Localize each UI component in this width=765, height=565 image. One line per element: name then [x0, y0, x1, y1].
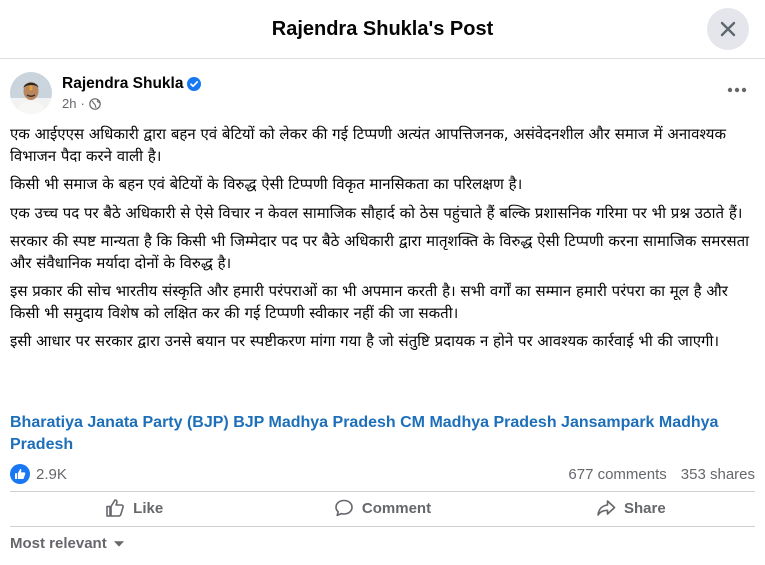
like-reaction-icon [10, 464, 30, 484]
tag-cm-madhya-pradesh[interactable]: CM Madhya Pradesh [400, 414, 556, 431]
time-separator: · [80, 96, 85, 111]
post-paragraph: सरकार की स्पष्ट मान्यता है कि किसी भी जि… [10, 232, 750, 272]
globe-icon[interactable] [89, 97, 101, 110]
comment-sort-dropdown[interactable]: Most relevant [10, 535, 125, 552]
close-button[interactable] [707, 8, 749, 50]
thumbs-up-icon [106, 499, 125, 517]
more-horizontal-icon [727, 87, 747, 93]
shares-count[interactable]: 353 shares [681, 466, 755, 483]
share-icon [597, 500, 616, 516]
sort-label: Most relevant [10, 535, 107, 552]
tag-bjp-madhya-pradesh[interactable]: BJP Madhya Pradesh [233, 414, 395, 431]
comment-button[interactable]: Comment [258, 492, 506, 524]
close-icon [720, 21, 736, 37]
post-actions: Like Comment Share [10, 492, 755, 524]
tag-bjp[interactable]: Bharatiya Janata Party (BJP) [10, 414, 229, 431]
comments-count[interactable]: 677 comments [568, 466, 666, 483]
share-button[interactable]: Share [507, 492, 755, 524]
post-paragraph: इस प्रकार की सोच भारतीय संस्कृति और हमार… [10, 282, 728, 322]
chevron-down-icon [113, 540, 124, 547]
avatar[interactable] [10, 72, 52, 114]
post-timestamp[interactable]: 2h [62, 96, 76, 111]
share-label: Share [623, 499, 666, 517]
reactions-summary[interactable]: 2.9K [10, 464, 67, 484]
post-stats: 2.9K 677 comments 353 shares [10, 462, 755, 486]
post-author-row: Rajendra Shukla 2h · [10, 72, 755, 120]
verified-badge-icon [187, 77, 202, 91]
reaction-count: 2.9K [36, 465, 67, 483]
more-options-button[interactable] [719, 78, 755, 102]
comment-icon [335, 499, 353, 517]
post-paragraph: एक आईएएस अधिकारी द्वारा बहन एवं बेटियों … [10, 125, 727, 165]
post-paragraph: एक उच्च पद पर बैठे अधिकारी से ऐसे विचार … [10, 203, 743, 222]
post-text: एक आईएएस अधिकारी द्वारा बहन एवं बेटियों … [10, 124, 755, 360]
like-button[interactable]: Like [10, 492, 258, 524]
post-paragraph: इसी आधार पर सरकार द्वारा उनसे बयान पर स्… [10, 332, 720, 350]
dialog-title: Rajendra Shukla's Post [271, 17, 494, 40]
post-tags: Bharatiya Janata Party (BJP) BJP Madhya … [10, 412, 755, 456]
author-name[interactable]: Rajendra Shukla [62, 75, 183, 93]
post-paragraph: किसी भी समाज के बहन एवं बेटियों के विरुद… [10, 175, 523, 193]
divider [10, 526, 755, 527]
comment-label: Comment [361, 499, 432, 517]
post-dialog-header: Rajendra Shukla's Post [0, 0, 765, 59]
like-label: Like [133, 499, 164, 517]
